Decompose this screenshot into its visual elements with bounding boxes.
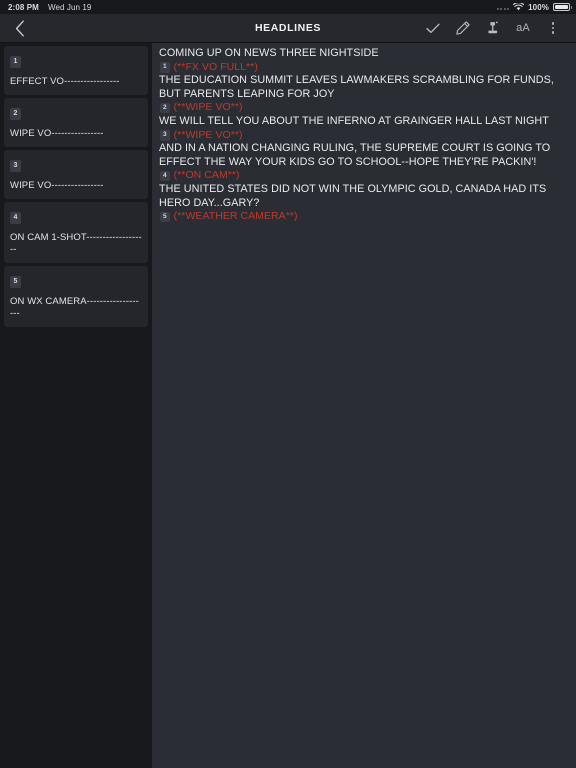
navigation-bar: HEADLINES aA bbox=[0, 14, 576, 43]
rundown-slot-2[interactable]: 2 WIPE VO---------------- bbox=[4, 98, 148, 147]
script-cue[interactable]: 3 (**WIPE VO**) bbox=[158, 129, 570, 143]
status-bar-left: 2:08 PM Wed Jun 19 bbox=[8, 3, 91, 12]
battery-percent-label: 100% bbox=[528, 2, 549, 12]
pencil-icon bbox=[456, 21, 470, 35]
cue-number-badge: 1 bbox=[160, 62, 170, 73]
script-paragraph[interactable]: AND IN A NATION CHANGING RULING, THE SUP… bbox=[158, 142, 570, 169]
cue-text: (**WIPE VO**) bbox=[173, 101, 243, 114]
cue-number-badge: 2 bbox=[160, 102, 170, 114]
navbar-actions: aA bbox=[418, 14, 568, 43]
chevron-left-icon bbox=[15, 20, 24, 36]
content-area: 1 EFFECT VO----------------- 2 WIPE VO--… bbox=[0, 43, 576, 768]
cellular-dots-icon bbox=[496, 4, 510, 10]
cue-text: (**WEATHER CAMERA**) bbox=[173, 210, 298, 223]
rundown-slot-5[interactable]: 5 ON WX CAMERA------------------- bbox=[4, 266, 148, 327]
script-paragraph[interactable]: THE EDUCATION SUMMIT LEAVES LAWMAKERS SC… bbox=[158, 74, 570, 101]
slot-number-badge: 5 bbox=[10, 275, 21, 288]
app-root: 2:08 PM Wed Jun 19 100% HEADLINES aA 1 E… bbox=[0, 0, 576, 768]
check-icon bbox=[426, 23, 440, 33]
rundown-slot-4[interactable]: 4 ON CAM 1-SHOT------------------- bbox=[4, 202, 148, 263]
script-paragraph[interactable]: WE WILL TELL YOU ABOUT THE INFERNO AT GR… bbox=[158, 115, 570, 129]
slot-title: WIPE VO---------------- bbox=[10, 128, 104, 139]
slot-title: ON CAM 1-SHOT------------------- bbox=[10, 232, 142, 255]
script-cue[interactable]: 5 (**WEATHER CAMERA**) bbox=[158, 210, 570, 224]
text-size-button[interactable]: aA bbox=[508, 14, 538, 43]
status-bar-date: Wed Jun 19 bbox=[47, 2, 92, 12]
slot-number-badge: 1 bbox=[10, 55, 21, 68]
script-cue[interactable]: 2 (**WIPE VO**) bbox=[158, 101, 570, 115]
rundown-sidebar[interactable]: 1 EFFECT VO----------------- 2 WIPE VO--… bbox=[0, 43, 152, 768]
script-paragraph[interactable]: COMING UP ON NEWS THREE NIGHTSIDE bbox=[158, 47, 570, 61]
ios-status-bar: 2:08 PM Wed Jun 19 100% bbox=[0, 0, 576, 14]
edit-button[interactable] bbox=[448, 14, 478, 43]
status-bar-right: 100% bbox=[496, 2, 572, 12]
slot-number-badge: 4 bbox=[10, 211, 21, 224]
wifi-icon bbox=[513, 3, 525, 11]
status-bar-time: 2:08 PM bbox=[8, 2, 39, 12]
slot-title: EFFECT VO----------------- bbox=[10, 76, 120, 87]
cue-text: (**FX VO FULL**) bbox=[173, 60, 258, 73]
cue-text: (**ON CAM**) bbox=[173, 169, 240, 182]
cue-number-badge: 4 bbox=[160, 170, 170, 182]
script-cue[interactable]: 4 (**ON CAM**) bbox=[158, 169, 570, 183]
slot-number-badge: 2 bbox=[10, 107, 21, 120]
cue-text: (**WIPE VO**) bbox=[173, 128, 243, 141]
more-menu-button[interactable] bbox=[538, 14, 568, 43]
presenter-button[interactable] bbox=[478, 14, 508, 43]
rundown-slot-1[interactable]: 1 EFFECT VO----------------- bbox=[4, 46, 148, 95]
slot-title: ON WX CAMERA------------------- bbox=[10, 296, 139, 319]
approve-button[interactable] bbox=[418, 14, 448, 43]
cue-number-badge: 3 bbox=[160, 130, 170, 141]
slot-number-badge: 3 bbox=[10, 159, 21, 172]
slot-title: WIPE VO---------------- bbox=[10, 180, 104, 191]
kebab-menu-icon bbox=[551, 22, 555, 34]
rundown-slot-3[interactable]: 3 WIPE VO---------------- bbox=[4, 150, 148, 199]
script-editor[interactable]: COMING UP ON NEWS THREE NIGHTSIDE 1 (**F… bbox=[152, 43, 576, 768]
battery-full-icon bbox=[553, 3, 572, 11]
back-button[interactable] bbox=[0, 14, 40, 43]
cue-number-badge: 5 bbox=[160, 211, 170, 223]
script-paragraph[interactable]: THE UNITED STATES DID NOT WIN THE OLYMPI… bbox=[158, 183, 570, 210]
script-cue[interactable]: 1 (**FX VO FULL**) bbox=[158, 61, 570, 75]
presenter-icon bbox=[488, 21, 498, 34]
